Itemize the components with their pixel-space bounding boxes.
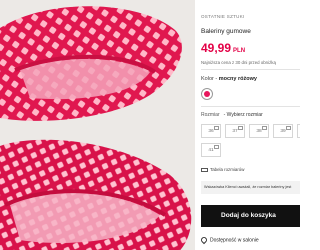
size-option-label: 37 <box>232 129 238 134</box>
jelly-ballerina-shoes-image <box>0 0 195 250</box>
notify-envelope-icon <box>286 126 291 130</box>
size-tip-notice: Wskazówka Klienci uważali, że rozmiar ba… <box>201 181 300 194</box>
color-label: Kolor <box>201 76 214 82</box>
add-to-cart-button[interactable]: Dodaj do koszyka <box>201 205 300 227</box>
size-option-39[interactable]: 39 <box>273 124 293 138</box>
size-option-label: 41 <box>208 148 214 153</box>
store-availability-link[interactable]: Dostępność w salonie <box>199 235 259 245</box>
notify-envelope-icon <box>214 126 219 130</box>
product-price: 49,99 PLN <box>201 41 245 55</box>
price-currency: PLN <box>233 48 246 54</box>
divider <box>201 69 300 70</box>
size-option-41[interactable]: 41 <box>201 143 221 157</box>
color-swatch-strong-pink[interactable] <box>201 88 213 100</box>
swatch-color-dot <box>204 91 210 97</box>
price-value: 49,99 <box>201 41 232 55</box>
size-option-36[interactable]: 36 <box>201 124 221 138</box>
size-option-37[interactable]: 37 <box>225 124 245 138</box>
product-details-panel: OSTATNIE SZTUKI Baleriny gumowe 49,99 PLN… <box>195 0 300 250</box>
color-label-row: Kolor - mocny różowy <box>201 76 257 82</box>
category-tag: OSTATNIE SZTUKI <box>201 14 245 19</box>
size-option-label: 39 <box>280 129 286 134</box>
divider <box>201 106 300 107</box>
ruler-icon <box>201 167 208 173</box>
product-image <box>0 0 195 250</box>
color-value: mocny różowy <box>218 76 257 82</box>
product-title: Baleriny gumowe <box>201 28 251 35</box>
lowest-price-note: Najniższa cena z 30 dni przed obniżką <box>201 60 276 65</box>
size-label-row: Rozmiar - Wybierz rozmiar <box>201 112 263 118</box>
size-option-38[interactable]: 38 <box>249 124 269 138</box>
size-option-label: 38 <box>256 129 262 134</box>
store-availability-label: Dostępność w salonie <box>210 237 259 244</box>
notify-envelope-icon <box>262 126 267 130</box>
notify-envelope-icon <box>214 145 219 149</box>
size-chart-label: Tabela rozmiarów <box>210 167 245 172</box>
location-pin-icon <box>199 235 209 245</box>
size-option-label: 36 <box>208 129 214 134</box>
notify-envelope-icon <box>238 126 243 130</box>
size-label: Rozmiar <box>201 112 220 118</box>
size-select-prompt: - Wybierz rozmiar <box>223 112 263 118</box>
size-chart-link[interactable]: Tabela rozmiarów <box>201 167 245 173</box>
size-option-40[interactable]: 40 <box>297 124 300 138</box>
